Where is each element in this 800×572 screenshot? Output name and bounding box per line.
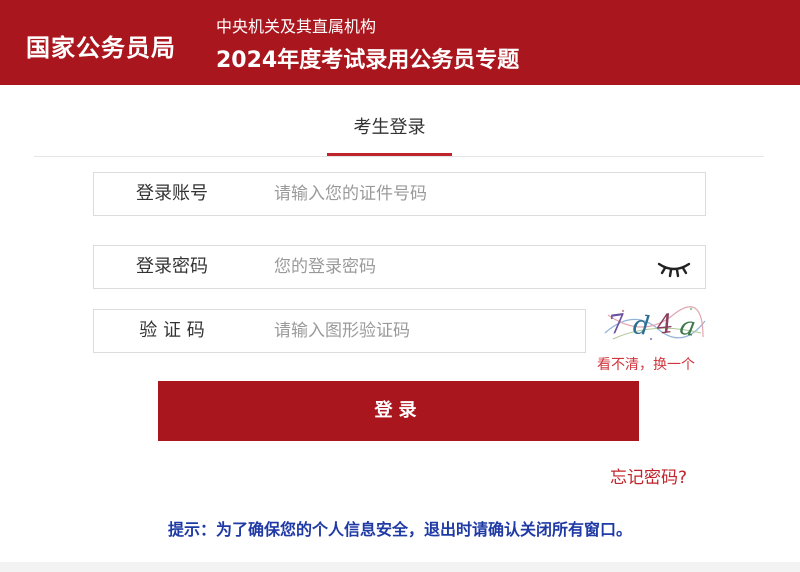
password-input[interactable] bbox=[274, 246, 634, 288]
header-title: 2024年度考试录用公务员专题 bbox=[216, 48, 520, 73]
security-tip: 提示：为了确保您的个人信息安全，退出时请确认关闭所有窗口。 bbox=[167, 520, 632, 539]
svg-text:d: d bbox=[632, 310, 652, 342]
captcha-field: 验 证 码 bbox=[93, 309, 586, 353]
eye-closed-icon[interactable] bbox=[657, 258, 691, 278]
login-button[interactable]: 登录 bbox=[158, 381, 639, 441]
account-input[interactable] bbox=[274, 173, 674, 215]
site-header: 国家公务员局 中央机关及其直属机构 2024年度考试录用公务员专题 bbox=[0, 0, 800, 85]
svg-text:4: 4 bbox=[654, 309, 675, 341]
password-label: 登录密码 bbox=[136, 256, 208, 277]
tab-divider bbox=[34, 156, 764, 157]
tab-candidate-login[interactable]: 考生登录 bbox=[327, 113, 452, 139]
captcha-input[interactable] bbox=[274, 310, 564, 352]
forgot-password-link[interactable]: 忘记密码? bbox=[610, 463, 687, 488]
captcha-image[interactable]: 7 d 4 a bbox=[603, 303, 707, 343]
captcha-refresh-link[interactable]: 看不清，换一个 bbox=[597, 354, 695, 374]
account-label: 登录账号 bbox=[136, 183, 208, 204]
account-field: 登录账号 bbox=[93, 172, 706, 216]
footer-band bbox=[0, 562, 800, 572]
agency-logo-text: 国家公务员局 bbox=[26, 34, 176, 62]
password-field: 登录密码 bbox=[93, 245, 706, 289]
header-subtitle: 中央机关及其直属机构 bbox=[216, 17, 377, 36]
captcha-label: 验 证 码 bbox=[139, 320, 205, 341]
